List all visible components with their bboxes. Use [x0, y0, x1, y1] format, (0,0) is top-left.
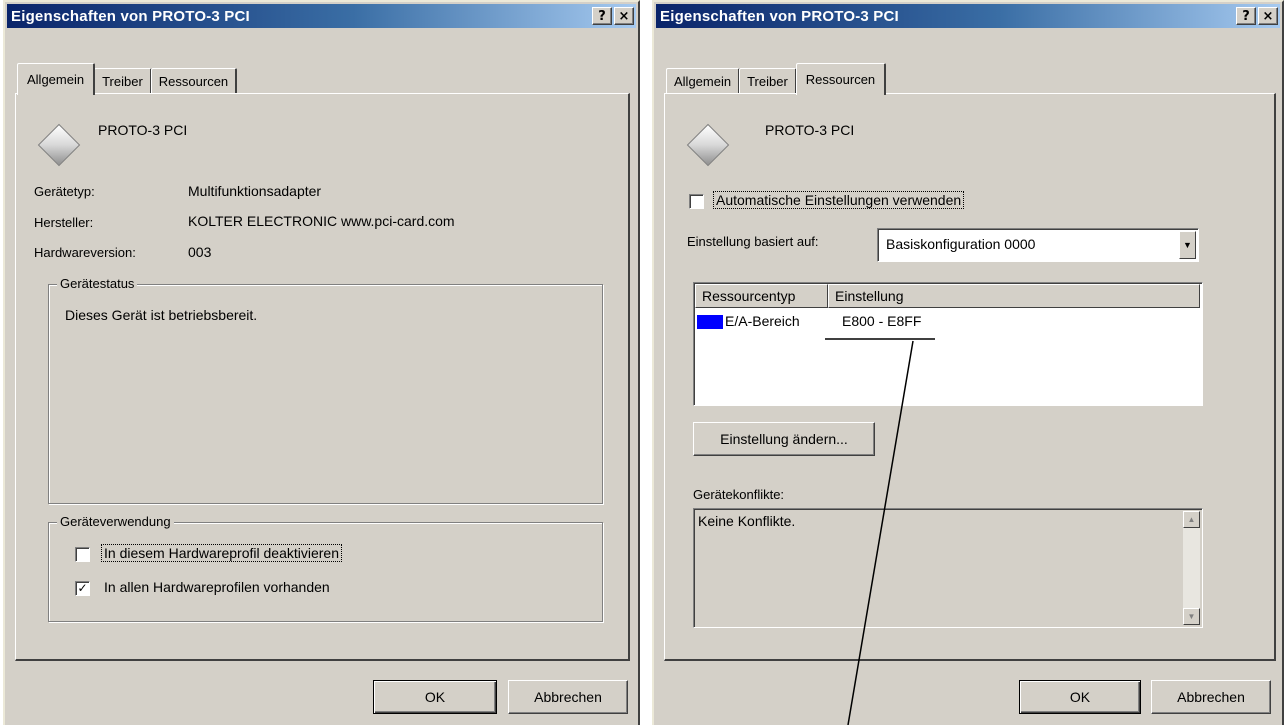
pointer-line: [847, 340, 914, 725]
annotation-overlay: [825, 338, 935, 725]
tab-allgemein[interactable]: Allgemein: [17, 63, 96, 95]
tab-ressourcen[interactable]: Ressourcen: [795, 63, 887, 95]
